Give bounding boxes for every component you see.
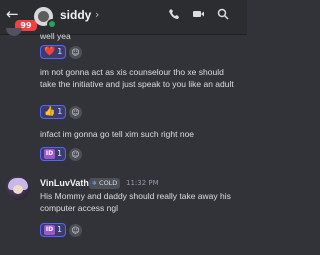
thumbs-up-icon: 👍 — [44, 107, 56, 117]
add-reaction-button[interactable]: ☺ — [69, 106, 82, 119]
voice-call-icon[interactable] — [167, 8, 181, 22]
message-text: infact im gonna go tell xim such right n… — [40, 129, 195, 139]
server-tag-badge[interactable]: ❄ COLD — [89, 178, 121, 189]
chevron-right-icon[interactable]: › — [95, 8, 99, 21]
message-text: well yea — [40, 31, 71, 41]
add-reaction-button[interactable]: ☺ — [69, 46, 82, 59]
reaction-thumbs-up[interactable]: 👍 1 — [40, 105, 67, 119]
id-icon: ID — [44, 225, 55, 235]
snowflake-icon: ❄ — [92, 180, 98, 187]
reaction-id[interactable]: ID 1 — [40, 147, 67, 161]
add-reaction-button[interactable]: ☺ — [69, 224, 82, 237]
video-call-icon[interactable] — [191, 8, 205, 22]
username[interactable]: VinLuvVath — [40, 178, 89, 188]
reaction-id[interactable]: ID 1 — [40, 223, 67, 237]
page-title[interactable]: siddy — [60, 8, 91, 22]
id-icon: ID — [44, 149, 55, 159]
reaction-count: 1 — [57, 47, 63, 56]
reaction-count: 1 — [57, 149, 63, 158]
reaction-heart[interactable]: ❤️ 1 — [40, 45, 67, 59]
message-text: im not gonna act as xis counselour tho x… — [40, 67, 234, 89]
timestamp: 11:32 PM — [126, 179, 159, 187]
avatar[interactable] — [6, 176, 30, 200]
message-text: His Mommy and daddy should really take a… — [40, 191, 231, 213]
add-reaction-button[interactable]: ☺ — [69, 148, 82, 161]
search-icon[interactable] — [216, 8, 230, 22]
heart-icon: ❤️ — [44, 47, 56, 57]
online-status-icon — [47, 19, 57, 29]
reaction-count: 1 — [57, 225, 63, 234]
reaction-count: 1 — [57, 107, 63, 116]
